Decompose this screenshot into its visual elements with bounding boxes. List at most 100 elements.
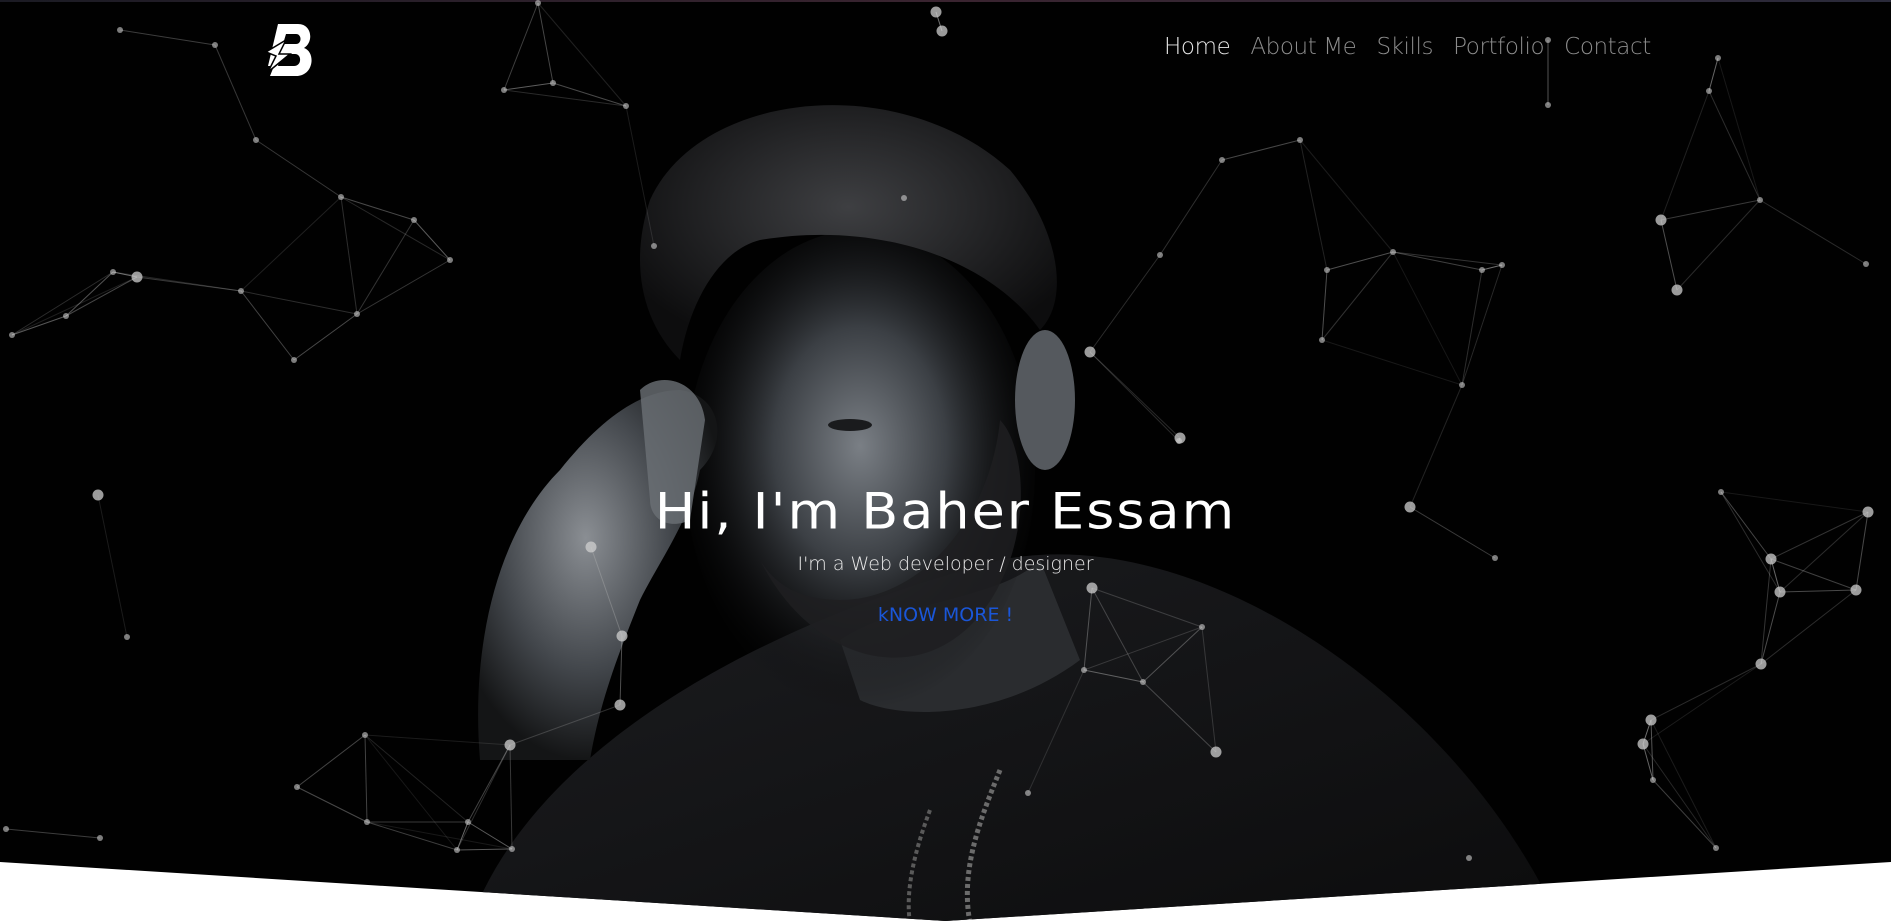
- cta-container: kNOW MORE !: [0, 604, 1891, 626]
- network-link: [1708, 57, 1719, 92]
- network-link: [625, 105, 655, 247]
- network-node: [1459, 382, 1465, 388]
- network-node: [117, 27, 123, 33]
- know-more-link[interactable]: kNOW MORE !: [878, 604, 1013, 626]
- nav-item-skills[interactable]: Skills: [1376, 34, 1433, 60]
- network-link: [1660, 219, 1678, 291]
- network-node: [623, 103, 629, 109]
- network-link: [1717, 57, 1761, 201]
- network-node: [238, 288, 244, 294]
- network-node: [63, 313, 69, 319]
- network-link: [413, 219, 451, 261]
- network-link: [356, 259, 451, 315]
- network-link: [509, 744, 513, 850]
- network-node: [509, 846, 515, 852]
- network-node: [1025, 790, 1031, 796]
- network-node: [1479, 267, 1485, 273]
- network-node: [1757, 197, 1763, 203]
- network-node: [447, 257, 453, 263]
- network-link: [1299, 139, 1394, 253]
- network-link: [1650, 719, 1654, 781]
- network-node: [930, 6, 942, 18]
- network-link: [509, 704, 621, 746]
- network-node: [1774, 586, 1786, 598]
- network-link: [1326, 251, 1394, 271]
- network-link: [1201, 626, 1217, 753]
- network-link: [1159, 159, 1223, 256]
- network-node: [291, 357, 297, 363]
- network-link: [1650, 663, 1762, 721]
- network-link: [503, 2, 539, 91]
- network-link: [1083, 626, 1203, 671]
- brand-logo[interactable]: [264, 22, 314, 78]
- network-node: [294, 784, 300, 790]
- network-link: [1759, 199, 1867, 265]
- network-node: [3, 826, 9, 832]
- network-node: [1210, 746, 1222, 758]
- network-link: [1392, 251, 1463, 386]
- network-link: [1321, 251, 1394, 341]
- network-node: [1713, 845, 1719, 851]
- network-node: [901, 195, 907, 201]
- network-node: [1850, 584, 1862, 596]
- network-node: [936, 25, 948, 37]
- network-node: [1863, 261, 1869, 267]
- network-node: [1086, 582, 1098, 594]
- network-link: [296, 734, 366, 788]
- network-link: [5, 828, 101, 839]
- network-link: [1760, 591, 1781, 665]
- network-link: [503, 89, 627, 107]
- network-node: [585, 541, 597, 553]
- network-link: [1221, 139, 1301, 161]
- nav-item-contact[interactable]: Contact: [1564, 34, 1651, 60]
- network-link: [1091, 587, 1144, 683]
- network-link: [503, 82, 554, 91]
- network-link: [119, 29, 216, 46]
- network-node: [1219, 157, 1225, 163]
- network-link: [364, 734, 511, 746]
- network-node: [1466, 855, 1472, 861]
- network-node: [9, 332, 15, 338]
- network-node: [364, 819, 370, 825]
- network-link: [1461, 264, 1503, 386]
- network-node: [504, 739, 516, 751]
- network-link: [537, 2, 554, 84]
- network-node: [411, 217, 417, 223]
- network-node: [1645, 714, 1657, 726]
- network-link: [1779, 589, 1857, 593]
- network-node: [465, 819, 471, 825]
- network-link: [1642, 663, 1762, 745]
- network-node: [1545, 102, 1551, 108]
- network-link: [136, 276, 242, 292]
- network-link: [1089, 351, 1180, 442]
- network-node: [1715, 55, 1721, 61]
- network-node: [1084, 346, 1096, 358]
- network-link: [1083, 587, 1093, 671]
- hero-subtitle: I'm a Web developer / designer: [797, 553, 1094, 575]
- network-link: [255, 139, 342, 198]
- network-link: [340, 196, 358, 315]
- network-link: [340, 196, 415, 221]
- network-node: [1637, 738, 1649, 750]
- network-link: [364, 734, 368, 823]
- nav-item-home[interactable]: Home: [1164, 34, 1231, 60]
- network-node: [362, 732, 368, 738]
- network-link: [240, 290, 295, 361]
- nav-item-portfolio[interactable]: Portfolio: [1453, 34, 1544, 60]
- network-link: [456, 848, 513, 851]
- network-link: [619, 635, 623, 706]
- network-link: [1321, 269, 1328, 341]
- network-node: [131, 271, 143, 283]
- network-node: [1297, 137, 1303, 143]
- network-link: [456, 821, 469, 851]
- network-link: [1142, 626, 1203, 683]
- network-link: [11, 315, 67, 336]
- particle-network: [3, 0, 1874, 861]
- network-node: [550, 80, 556, 86]
- hero-headline: Hi, I'm Baher Essam: [654, 482, 1237, 541]
- network-node: [454, 847, 460, 853]
- network-link: [1660, 90, 1710, 221]
- network-link: [1083, 669, 1144, 683]
- network-link: [1660, 199, 1761, 221]
- nav-item-about-me[interactable]: About Me: [1250, 34, 1357, 60]
